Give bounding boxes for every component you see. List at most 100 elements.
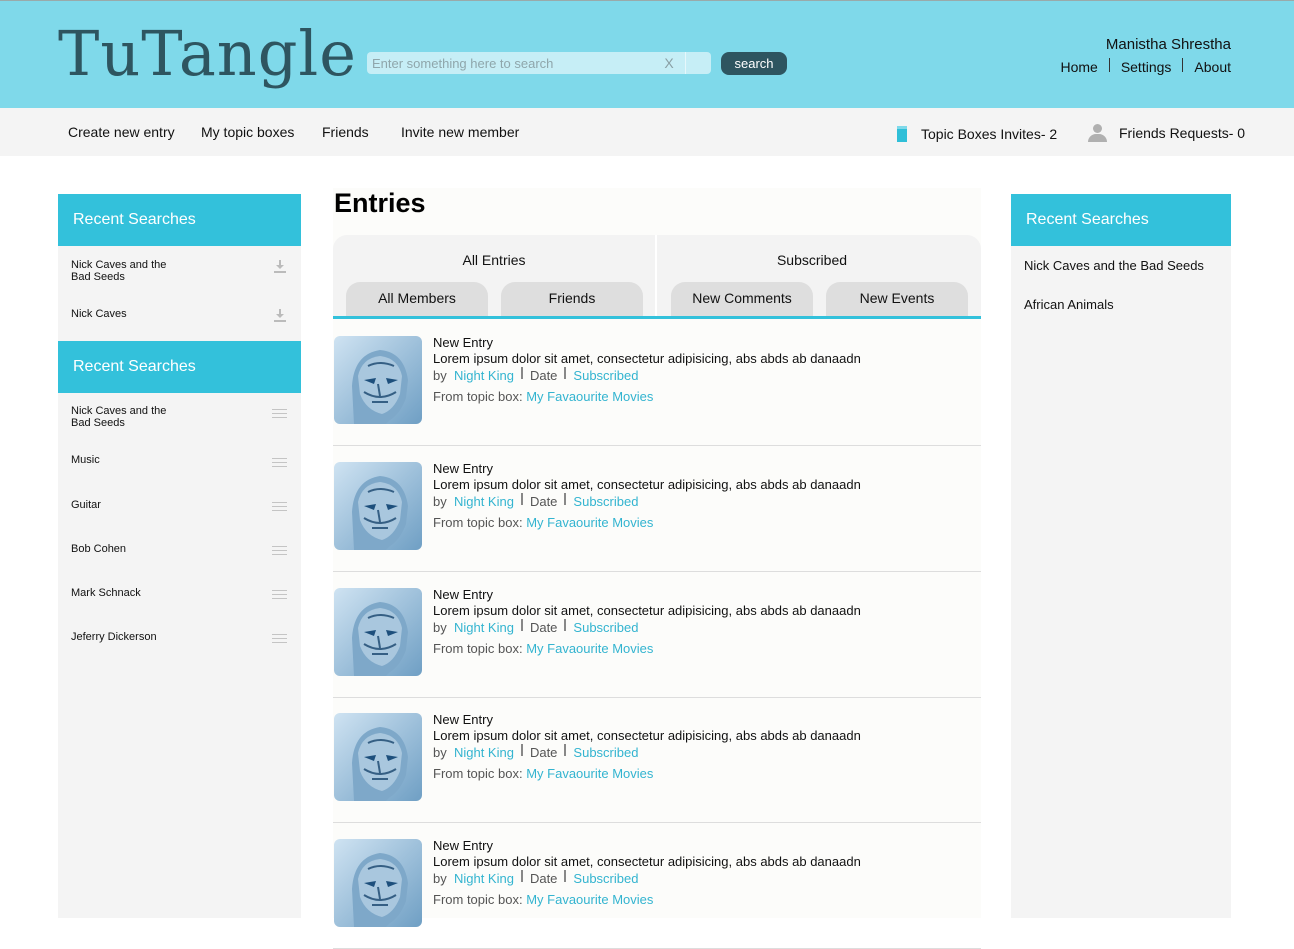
- list-item[interactable]: Nick Caves and the Bad Seeds: [58, 246, 301, 294]
- drag-handle-icon[interactable]: [272, 634, 287, 643]
- subscribed-link[interactable]: Subscribed: [573, 368, 638, 383]
- subscribed-link[interactable]: Subscribed: [573, 620, 638, 635]
- meta-separator: [520, 743, 523, 756]
- meta-separator: [564, 366, 567, 379]
- entry-description: Lorem ipsum dolor sit amet, consectetur …: [433, 728, 861, 743]
- topic-box-link[interactable]: My Favaourite Movies: [526, 515, 653, 530]
- by-label: by: [433, 871, 447, 886]
- left-sidebar: Recent Searches Nick Caves and the Bad S…: [58, 194, 301, 918]
- list-item-label: Jeferry Dickerson: [71, 631, 157, 643]
- author-link[interactable]: Night King: [454, 745, 514, 760]
- book-icon: [897, 126, 907, 142]
- list-item[interactable]: Nick Caves and the Bad Seeds: [58, 393, 301, 447]
- friend-requests[interactable]: Friends Requests- 0: [1087, 124, 1245, 142]
- drag-handle-icon[interactable]: [272, 546, 287, 555]
- recent-searches-header: Recent Searches: [1011, 194, 1231, 246]
- topic-label: From topic box:: [433, 641, 523, 656]
- list-item[interactable]: Music: [58, 447, 301, 491]
- search-divider: [685, 52, 686, 74]
- author-link[interactable]: Night King: [454, 871, 514, 886]
- subscribed-link[interactable]: Subscribed: [573, 494, 638, 509]
- drag-handle-icon[interactable]: [272, 502, 287, 511]
- download-icon[interactable]: [274, 260, 286, 274]
- meta-separator: [564, 869, 567, 882]
- entry-thumbnail[interactable]: [334, 336, 422, 424]
- requests-label: Friends Requests- 0: [1119, 125, 1246, 141]
- list-item[interactable]: Jeferry Dickerson: [58, 623, 301, 667]
- topic-box-link[interactable]: My Favaourite Movies: [526, 389, 653, 404]
- recent-search-item[interactable]: African Animals: [1024, 297, 1114, 312]
- tab-subscribed[interactable]: Subscribed: [657, 252, 967, 268]
- meta-separator: [520, 618, 523, 631]
- search-input[interactable]: [367, 52, 683, 74]
- topic-box-link[interactable]: My Favaourite Movies: [526, 892, 653, 907]
- author-link[interactable]: Night King: [454, 494, 514, 509]
- entry-date: Date: [529, 620, 558, 635]
- drag-handle-icon[interactable]: [272, 409, 287, 418]
- drag-handle-icon[interactable]: [272, 590, 287, 599]
- entry-title[interactable]: New Entry: [433, 838, 493, 853]
- entry-description: Lorem ipsum dolor sit amet, consectetur …: [433, 854, 861, 869]
- entry-title[interactable]: New Entry: [433, 587, 493, 602]
- entry-date: Date: [529, 871, 558, 886]
- entry-title[interactable]: New Entry: [433, 335, 493, 350]
- topic-box-invites[interactable]: Topic Boxes Invites- 2: [897, 126, 1057, 142]
- entry-thumbnail[interactable]: [334, 839, 422, 927]
- tab-new-comments[interactable]: New Comments: [671, 282, 813, 316]
- tab-friends[interactable]: Friends: [501, 282, 643, 316]
- list-item-label: Nick Caves and the: [71, 405, 167, 417]
- create-entry-link[interactable]: Create new entry: [68, 124, 175, 140]
- list-item[interactable]: Guitar: [58, 491, 301, 535]
- user-name[interactable]: Manistha Shrestha: [1106, 36, 1231, 53]
- meta-separator: [520, 366, 523, 379]
- tab-all-members[interactable]: All Members: [346, 282, 488, 316]
- entry-date: Date: [529, 745, 558, 760]
- entry-date: Date: [529, 494, 558, 509]
- friends-link[interactable]: Friends: [322, 124, 369, 140]
- list-item-label: Mark Schnack: [71, 587, 141, 599]
- download-icon[interactable]: [274, 309, 286, 323]
- list-item-label: Nick Caves and the: [71, 259, 167, 271]
- list-item-label: Bad Seeds: [71, 417, 125, 429]
- entry-date: Date: [529, 368, 558, 383]
- list-item[interactable]: Bob Cohen: [58, 535, 301, 579]
- author-link[interactable]: Night King: [454, 620, 514, 635]
- list-item[interactable]: Mark Schnack: [58, 579, 301, 623]
- entry-topic: From topic box: My Favaourite Movies: [433, 389, 653, 404]
- entry-topic: From topic box: My Favaourite Movies: [433, 641, 653, 656]
- entry-meta: by Night King Date Subscribed: [433, 366, 638, 383]
- entry-card: New Entry Lorem ipsum dolor sit amet, con…: [333, 697, 981, 823]
- nav-home-link[interactable]: Home: [1060, 59, 1097, 75]
- drag-handle-icon[interactable]: [272, 458, 287, 467]
- entry-card: New Entry Lorem ipsum dolor sit amet, con…: [333, 572, 981, 698]
- subscribed-link[interactable]: Subscribed: [573, 871, 638, 886]
- entry-title[interactable]: New Entry: [433, 712, 493, 727]
- entry-title[interactable]: New Entry: [433, 461, 493, 476]
- clear-search-button[interactable]: X: [660, 53, 678, 73]
- invite-member-link[interactable]: Invite new member: [401, 124, 519, 140]
- subscribed-link[interactable]: Subscribed: [573, 745, 638, 760]
- list-item[interactable]: Nick Caves: [58, 294, 301, 341]
- topic-box-link[interactable]: My Favaourite Movies: [526, 641, 653, 656]
- entry-topic: From topic box: My Favaourite Movies: [433, 515, 653, 530]
- meta-separator: [564, 618, 567, 631]
- entry-card: New Entry Lorem ipsum dolor sit amet, con…: [333, 823, 981, 949]
- meta-separator: [564, 743, 567, 756]
- search-button[interactable]: search: [721, 52, 787, 75]
- topic-box-link[interactable]: My Favaourite Movies: [526, 766, 653, 781]
- recent-search-item[interactable]: Nick Caves and the Bad Seeds: [1024, 258, 1204, 273]
- tab-new-events[interactable]: New Events: [826, 282, 968, 316]
- nav-separator: [1108, 58, 1110, 72]
- entry-thumbnail[interactable]: [334, 713, 422, 801]
- tab-all-entries[interactable]: All Entries: [333, 252, 655, 268]
- topic-label: From topic box:: [433, 389, 523, 404]
- nav-about-link[interactable]: About: [1194, 59, 1231, 75]
- entry-thumbnail[interactable]: [334, 588, 422, 676]
- tab-divider: [655, 235, 657, 316]
- topic-boxes-link[interactable]: My topic boxes: [201, 124, 294, 140]
- entry-thumbnail[interactable]: [334, 462, 422, 550]
- meta-separator: [520, 492, 523, 505]
- by-label: by: [433, 368, 447, 383]
- author-link[interactable]: Night King: [454, 368, 514, 383]
- nav-settings-link[interactable]: Settings: [1121, 59, 1172, 75]
